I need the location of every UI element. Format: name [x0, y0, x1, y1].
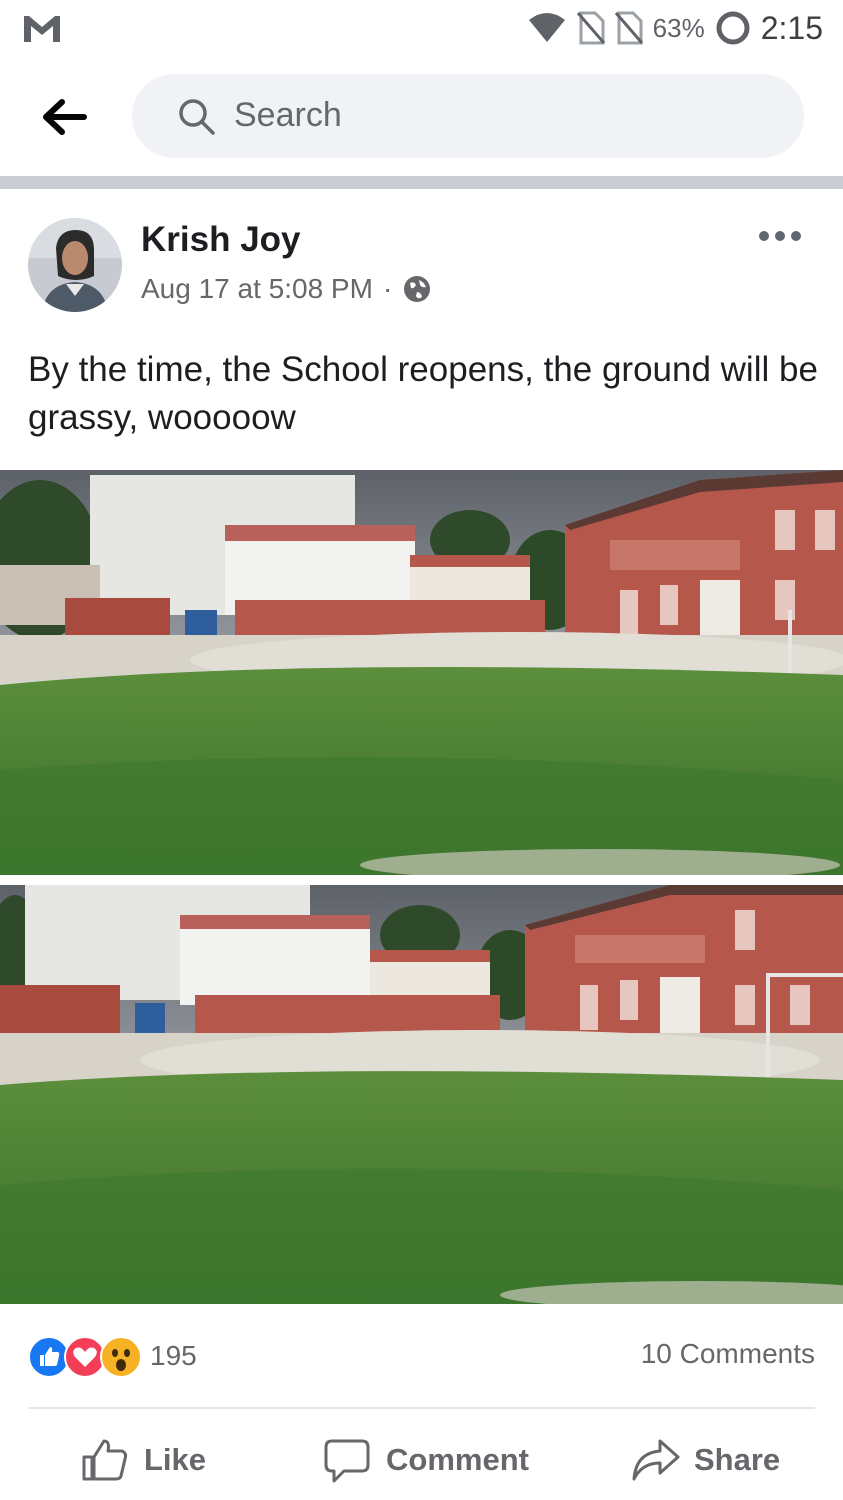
post-timestamp[interactable]: Aug 17 at 5:08 PM [141, 273, 373, 305]
actions-divider [28, 1407, 815, 1409]
post-photo-2[interactable] [0, 885, 843, 1304]
no-sim-icon [576, 11, 605, 45]
comment-button[interactable]: Comment [322, 1420, 529, 1500]
post-photo-1[interactable] [0, 470, 843, 875]
globe-icon [404, 276, 431, 302]
like-label: Like [144, 1442, 207, 1477]
search-placeholder: Search [234, 96, 342, 134]
more-options-icon[interactable] [758, 226, 802, 246]
post-author[interactable]: Krish Joy [141, 220, 301, 260]
search-input[interactable]: Search [132, 74, 804, 158]
reaction-count: 195 [150, 1340, 197, 1371]
no-sim-icon [614, 11, 643, 45]
section-divider [0, 176, 843, 189]
status-bar: 63% 2:15 [0, 0, 843, 56]
battery-percent: 63% [652, 12, 705, 43]
post-meta: Aug 17 at 5:08 PM · [141, 270, 432, 308]
search-header: Search [0, 74, 843, 160]
post-text: By the time, the School reopens, the gro… [28, 350, 818, 437]
meta-separator: · [382, 273, 393, 304]
avatar[interactable] [28, 218, 122, 312]
share-label: Share [694, 1442, 781, 1477]
wow-icon [100, 1336, 142, 1378]
share-icon [632, 1439, 680, 1481]
battery-icon [716, 11, 750, 45]
comments-count[interactable]: 10 Comments [641, 1338, 815, 1370]
share-button[interactable]: Share [630, 1420, 780, 1500]
clock: 2:15 [760, 9, 823, 46]
comment-label: Comment [386, 1442, 529, 1477]
like-button[interactable]: Like [80, 1420, 206, 1500]
back-arrow-icon[interactable] [40, 94, 90, 140]
post-actions: Like Comment Share [0, 1420, 843, 1500]
search-icon [179, 99, 215, 135]
reaction-icons [28, 1334, 142, 1378]
gmail-icon [24, 16, 60, 42]
comment-icon [324, 1439, 370, 1483]
wifi-icon [528, 13, 565, 42]
reactions-summary[interactable]: 195 [28, 1334, 197, 1378]
like-icon [82, 1439, 128, 1481]
